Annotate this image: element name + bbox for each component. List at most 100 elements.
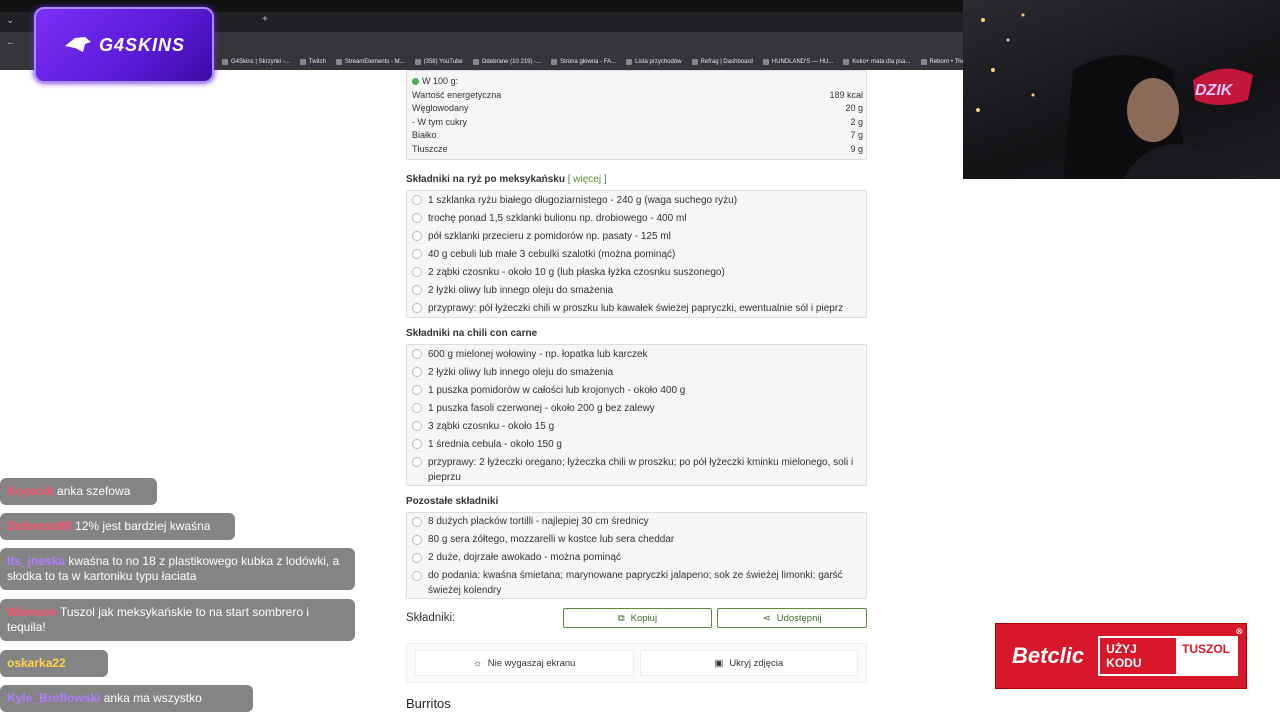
checkbox-icon[interactable] <box>412 367 422 377</box>
nutrition-header: W 100 g: <box>407 75 866 89</box>
nutrition-row: Tłuszcze 9 g <box>407 143 866 157</box>
ingredient-item[interactable]: przyprawy: pół łyżeczki chili w proszku … <box>407 299 866 317</box>
ingredient-item[interactable]: 2 łyżki oliwy lub innego oleju do smażen… <box>407 281 866 299</box>
nutrient-name: Wartość energetyczna <box>412 89 502 100</box>
nutrient-value: 9 g <box>850 143 863 154</box>
ingredient-item[interactable]: 80 g sera żółtego, mozzarelli w kostce l… <box>407 531 866 549</box>
checkbox-icon[interactable] <box>412 213 422 223</box>
ingredients-actions-label: Składniki: <box>406 612 456 624</box>
image-icon: ▣ <box>714 657 724 669</box>
checkbox-icon[interactable] <box>412 249 422 259</box>
nutrition-row: Węglowodany 20 g <box>407 102 866 116</box>
checkbox-icon[interactable] <box>412 385 422 395</box>
checkbox-icon[interactable] <box>412 457 422 467</box>
chat-username[interactable]: Wienson <box>7 605 57 619</box>
section-title: Składniki na ryż po meksykańsku [ więcej… <box>406 174 607 185</box>
bookmark-item[interactable]: Lista przychodów <box>626 59 682 65</box>
chat-message: oskarka22 <box>0 650 108 677</box>
chat-username[interactable]: Doloress88 <box>7 519 72 533</box>
chat-username[interactable]: Its_jneska <box>7 554 65 568</box>
ingredient-item[interactable]: 2 łyżki oliwy lub innego oleju do smażen… <box>407 363 866 381</box>
more-link[interactable]: [ więcej ] <box>568 174 607 185</box>
ingredient-text: 40 g cebuli lub małe 3 cebulki szalotki … <box>428 248 676 260</box>
checkbox-icon[interactable] <box>412 439 422 449</box>
ingredient-text: 2 łyżki oliwy lub innego oleju do smażen… <box>428 366 614 378</box>
chat-message: Wienson Tuszol jak meksykańskie to na st… <box>0 599 355 641</box>
bookmark-item[interactable]: Kuko+ mata dla psa... <box>843 59 911 65</box>
checkbox-icon[interactable] <box>412 195 422 205</box>
bookmark-item[interactable]: Reborn • The Ho <box>920 59 963 65</box>
ingredient-item[interactable]: 1 średnia cebula - około 150 g <box>407 435 866 453</box>
checkbox-icon[interactable] <box>412 403 422 413</box>
checkbox-icon[interactable] <box>412 534 422 545</box>
bookmark-item[interactable]: StreamElements - M... <box>335 59 405 65</box>
ingredient-text: przyprawy: 2 łyżeczki oregano; łyżeczka … <box>428 456 854 483</box>
ingredient-text: 600 g mielonej wołowiny - np. łopatka lu… <box>428 348 648 360</box>
ingredient-item[interactable]: pół szklanki przecieru z pomidorów np. p… <box>407 227 866 245</box>
checkbox-icon[interactable] <box>412 349 422 359</box>
tab-search-icon[interactable]: ⌄ <box>6 15 14 26</box>
section-title: Pozostałe składniki <box>406 495 499 507</box>
checkbox-icon[interactable] <box>412 267 422 277</box>
ingredient-item[interactable]: 1 szklanka ryżu białego długoziarnistego… <box>407 191 866 209</box>
ingredient-item[interactable]: 1 puszka pomidorów w całości lub krojony… <box>407 381 866 399</box>
chat-text: anka szefowa <box>57 484 131 498</box>
back-icon[interactable]: ← <box>6 37 16 48</box>
promo-code: TUSZOL <box>1176 638 1236 674</box>
bookmark-favicon-icon <box>335 59 342 65</box>
hide-photos-button[interactable]: ▣ Ukryj zdjęcia <box>639 650 858 676</box>
nutrient-name: Węglowodany <box>412 103 469 113</box>
bookmark-item[interactable]: Twitch <box>299 59 326 65</box>
nutrition-table: W 100 g: Wartość energetyczna 189 kcal Węg… <box>406 70 867 160</box>
betclic-banner: Betclic UŻYJ KODU TUSZOL ⊗ <box>995 623 1247 689</box>
ingredient-item[interactable]: 2 duże, dojrzałe awokado - można pominąć <box>407 549 866 567</box>
checkbox-icon[interactable] <box>412 285 422 295</box>
bookmark-item[interactable]: Strona główna - FA... <box>551 59 616 65</box>
checkbox-icon[interactable] <box>412 516 422 527</box>
webcam-overlay: DZIK <box>963 0 1280 179</box>
ingredient-item[interactable]: 2 ząbki czosnku - około 10 g (lub płaska… <box>407 263 866 281</box>
nutrition-row: - W tym cukry 2 g <box>407 116 866 130</box>
chat-username[interactable]: oskarka22 <box>7 656 66 670</box>
ingredient-item[interactable]: do podania: kwaśna śmietana; marynowane … <box>407 567 866 599</box>
ingredient-item[interactable]: 600 g mielonej wołowiny - np. łopatka lu… <box>407 345 866 363</box>
nutrient-name: - W tym cukry <box>412 116 467 127</box>
share-icon: ⋖ <box>762 612 771 624</box>
chat-username[interactable]: Koyocik <box>7 484 54 498</box>
share-button[interactable]: ⋖ Udostępnij <box>717 608 867 628</box>
ingredient-item[interactable]: 8 dużych placków tortilli - najlepiej 30… <box>407 513 866 531</box>
ingredient-item[interactable]: 40 g cebuli lub małe 3 cebulki szalotki … <box>407 245 866 263</box>
section-title: Składniki na chili con carne <box>406 328 538 339</box>
new-tab-button[interactable]: + <box>262 14 268 25</box>
g4skins-logo: G4SKINS <box>34 7 214 83</box>
chat-username[interactable]: Kyle_Broflowski <box>7 691 100 705</box>
bookmark-item[interactable]: Odebrane (10 219) -... <box>472 59 541 65</box>
bookmark-item[interactable]: (358) YouTube <box>414 59 463 65</box>
bookmark-item[interactable]: G4Skins | Skrzynki -... <box>222 59 290 65</box>
checkbox-icon[interactable] <box>412 552 422 563</box>
nutrition-row: Białko 7 g <box>407 129 866 143</box>
bookmark-favicon-icon <box>626 59 633 65</box>
bookmark-favicon-icon <box>299 59 306 65</box>
checkbox-icon[interactable] <box>412 570 422 581</box>
bookmark-favicon-icon <box>414 59 421 65</box>
checkbox-icon[interactable] <box>412 421 422 431</box>
nutrient-name: Białko <box>412 130 437 140</box>
chat-text: anka ma wszystko <box>103 691 202 705</box>
copy-button[interactable]: ⧉ Kopiuj <box>562 608 713 628</box>
ingredient-text: 1 szklanka ryżu białego długoziarnistego… <box>428 194 738 206</box>
nutrient-value: 20 g <box>845 103 863 113</box>
ingredient-item[interactable]: 1 puszka fasoli czerwonej - około 200 g … <box>407 399 866 417</box>
checkbox-icon[interactable] <box>412 303 422 313</box>
checkbox-icon[interactable] <box>412 231 422 241</box>
ingredient-item[interactable]: przyprawy: 2 łyżeczki oregano; łyżeczka … <box>407 453 866 485</box>
bookmark-favicon-icon <box>920 59 927 65</box>
close-icon[interactable]: ⊗ <box>1235 626 1243 637</box>
chat-message: Kyle_Broflowski anka ma wszystko <box>0 685 253 712</box>
ingredient-text: 2 duże, dojrzałe awokado - można pominąć <box>428 552 621 563</box>
bookmark-item[interactable]: Refrag | Dashboard <box>691 59 753 65</box>
bookmark-item[interactable]: HUNDLAND'S — HU... <box>762 59 833 65</box>
ingredient-item[interactable]: trochę ponad 1,5 szklanki bulionu np. dr… <box>407 209 866 227</box>
keep-screen-on-button[interactable]: ☼ Nie wygaszaj ekranu <box>415 650 634 676</box>
ingredient-item[interactable]: 3 ząbki czosnku - około 15 g <box>407 417 866 435</box>
